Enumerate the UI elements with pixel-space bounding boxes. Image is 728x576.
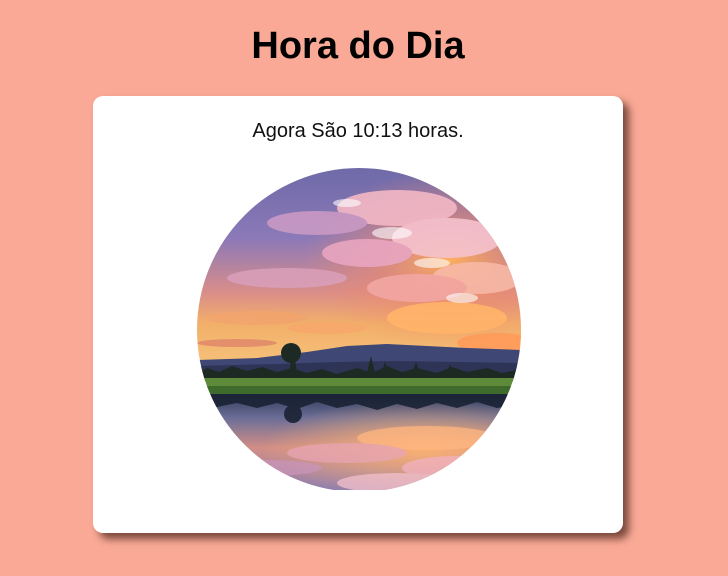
current-time-text: Agora São 10:13 horas.: [252, 120, 464, 142]
landscape-illustration: [197, 168, 521, 490]
page-title: Hora do Dia: [251, 25, 465, 67]
time-card: Agora São 10:13 horas.: [93, 96, 623, 533]
image-crop: [197, 168, 521, 490]
sunset-landscape-image: [197, 168, 521, 492]
